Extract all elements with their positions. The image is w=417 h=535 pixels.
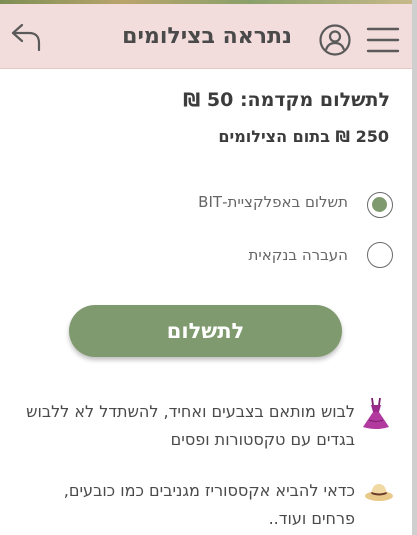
user-profile-button[interactable] <box>318 23 352 57</box>
advance-payment-amount: לתשלום מקדמה: 50 ₪ <box>183 89 390 111</box>
page-title: נתראה בצילומים <box>122 24 292 49</box>
radio-bit-payment[interactable] <box>367 192 393 218</box>
user-circle-icon <box>319 24 351 56</box>
radio-bank-transfer[interactable] <box>367 242 393 268</box>
tip-clothing: לבוש מותאם בצבעים ואחיד, להשתדל לא ללבוש… <box>26 402 355 449</box>
option-bank-label[interactable]: העברה בנקאית <box>249 246 348 264</box>
sun-hat-icon <box>364 478 394 512</box>
pay-button[interactable]: לתשלום <box>69 305 342 357</box>
remaining-payment-amount: 250 ₪ בתום הצילומים <box>218 127 389 146</box>
radio-selected-dot <box>372 197 387 212</box>
reply-arrow-icon <box>11 23 41 52</box>
option-bit-label[interactable]: תשלום באפלקציית-BIT <box>198 193 348 211</box>
back-button[interactable] <box>9 20 45 56</box>
tip-accessories: כדאי להביא אקססוריז מגניבים כמו כובעים, … <box>63 481 355 528</box>
app-header: נתראה בצילומים <box>0 4 412 69</box>
dress-icon <box>361 396 391 430</box>
menu-button[interactable] <box>365 23 401 57</box>
hamburger-menu-icon <box>366 27 400 53</box>
scrollbar-track[interactable] <box>412 0 417 535</box>
